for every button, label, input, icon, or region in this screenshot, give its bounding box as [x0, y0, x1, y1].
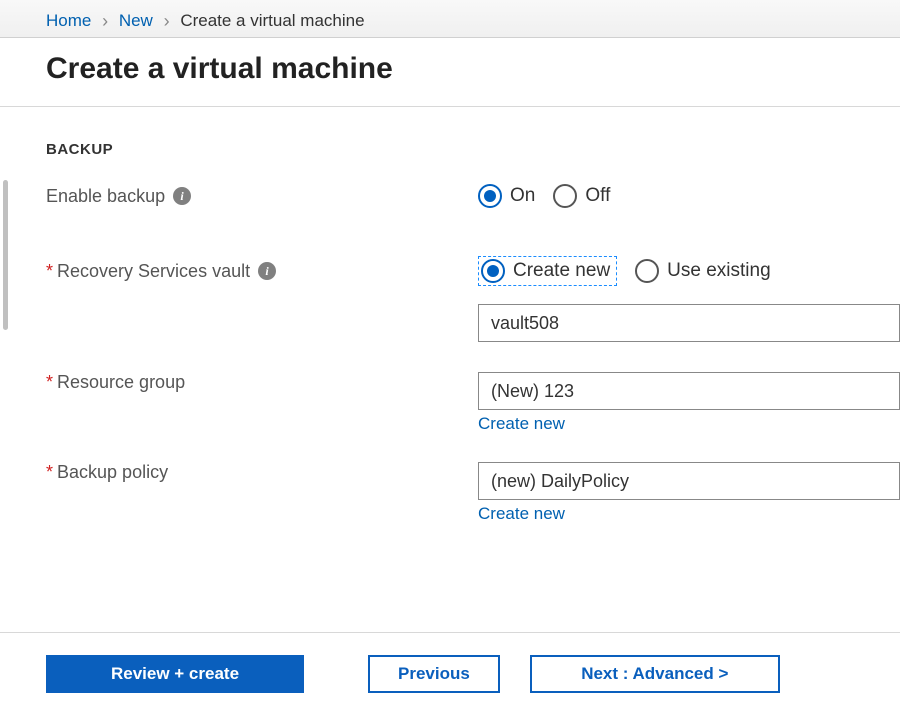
vault-name-stack [478, 304, 900, 342]
enable-backup-radio-group: On Off [478, 184, 900, 208]
radio-create-new-label: Create new [513, 260, 610, 282]
radio-vault-create-new[interactable]: Create new [481, 259, 610, 283]
resource-group-control: Create new [478, 372, 900, 456]
radio-circle-icon [481, 259, 505, 283]
vault-name-input[interactable] [478, 304, 900, 342]
label-recovery-vault-text: Recovery Services vault [57, 261, 250, 281]
breadcrumb-home[interactable]: Home [46, 11, 91, 30]
row-recovery-vault: *Recovery Services vault i Create new Us… [46, 256, 900, 286]
backup-policy-input[interactable] [478, 462, 900, 500]
scrollbar-hint [3, 180, 8, 330]
backup-policy-control: Create new [478, 462, 900, 546]
row-enable-backup: Enable backup i On Off [46, 184, 900, 208]
backup-policy-create-new-link[interactable]: Create new [478, 504, 565, 523]
previous-button[interactable]: Previous [368, 655, 500, 693]
radio-enable-backup-on[interactable]: On [478, 184, 535, 208]
row-backup-policy: *Backup policy Create new [46, 462, 900, 546]
recovery-vault-radio-group: Create new Use existing [478, 256, 900, 286]
breadcrumb-current: Create a virtual machine [180, 11, 364, 30]
breadcrumb-sep-icon: › [102, 11, 108, 31]
row-resource-group: *Resource group Create new [46, 372, 900, 456]
radio-vault-create-new-wrap: Create new [478, 256, 617, 286]
top-bar: Home › New › Create a virtual machine [0, 0, 900, 38]
review-create-button[interactable]: Review + create [46, 655, 304, 693]
resource-group-input[interactable] [478, 372, 900, 410]
label-enable-backup-text: Enable backup [46, 186, 165, 207]
form-content: BACKUP Enable backup i On Off *Recovery … [0, 107, 900, 546]
label-backup-policy: *Backup policy [46, 462, 478, 483]
info-icon[interactable]: i [258, 262, 276, 280]
label-backup-policy-text: Backup policy [57, 462, 168, 482]
radio-circle-icon [635, 259, 659, 283]
radio-vault-use-existing[interactable]: Use existing [635, 259, 771, 283]
radio-circle-icon [478, 184, 502, 208]
breadcrumb: Home › New › Create a virtual machine [0, 4, 900, 37]
breadcrumb-new[interactable]: New [119, 11, 153, 30]
label-recovery-vault: *Recovery Services vault i [46, 261, 478, 282]
label-resource-group: *Resource group [46, 372, 478, 393]
radio-on-label: On [510, 185, 535, 207]
required-star-icon: * [46, 372, 53, 392]
page-title: Create a virtual machine [0, 38, 900, 107]
radio-circle-icon [553, 184, 577, 208]
next-advanced-button[interactable]: Next : Advanced > [530, 655, 780, 693]
required-star-icon: * [46, 462, 53, 482]
radio-use-existing-label: Use existing [667, 260, 771, 282]
label-resource-group-text: Resource group [57, 372, 185, 392]
breadcrumb-sep-icon: › [164, 11, 170, 31]
footer-nav-group: Previous Next : Advanced > [368, 655, 780, 693]
radio-enable-backup-off[interactable]: Off [553, 184, 610, 208]
info-icon[interactable]: i [173, 187, 191, 205]
resource-group-create-new-link[interactable]: Create new [478, 414, 565, 433]
required-star-icon: * [46, 261, 53, 281]
section-backup-heading: BACKUP [46, 141, 900, 158]
radio-off-label: Off [585, 185, 610, 207]
footer-actions: Review + create Previous Next : Advanced… [0, 632, 900, 715]
label-enable-backup: Enable backup i [46, 186, 478, 207]
